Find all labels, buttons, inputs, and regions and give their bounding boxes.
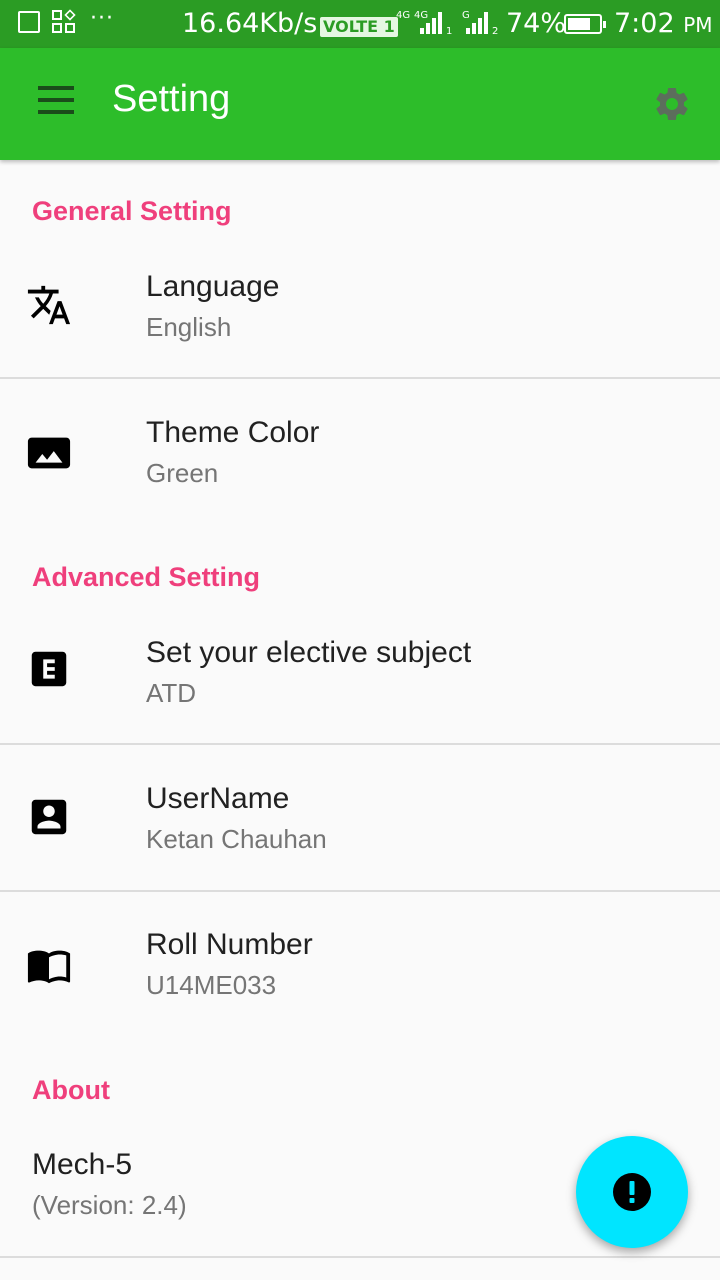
setting-value: U14ME033 (146, 970, 277, 1000)
apps-notification-icon (52, 9, 78, 34)
feedback-fab-button[interactable] (576, 1136, 688, 1248)
setting-title: Language (146, 270, 280, 303)
app-bar: Setting (0, 48, 720, 160)
status-bar: ··· 16.64Kb/s VOLTE 1 4G 4G 1 G 2 74% 7:… (0, 0, 720, 48)
more-notifications-icon: ··· (90, 5, 114, 31)
signal-sim1-icon (420, 10, 442, 34)
volte-badge: VOLTE 1 (320, 17, 398, 37)
setting-title: Set your elective subject (146, 636, 472, 669)
translate-icon (26, 282, 72, 328)
clock-time: 7:02 (614, 8, 675, 39)
setting-language[interactable]: Language English (0, 250, 720, 378)
divider (0, 890, 720, 892)
net-type-label: 4G (396, 10, 411, 21)
app-version: (Version: 2.4) (32, 1190, 187, 1220)
setting-username[interactable]: UserName Ketan Chauhan (0, 762, 720, 890)
battery-percent: 74% (506, 8, 567, 39)
letter-e-icon (26, 646, 72, 692)
page-title: Setting (112, 78, 231, 120)
setting-title: UserName (146, 782, 290, 815)
divider (0, 1256, 720, 1258)
signal-sim2-icon (466, 10, 488, 34)
battery-icon (564, 14, 606, 34)
setting-value: English (146, 312, 232, 342)
gear-icon[interactable] (652, 84, 692, 124)
contact-icon (26, 794, 72, 840)
app-name: Mech-5 (32, 1148, 133, 1181)
setting-roll-number[interactable]: Roll Number U14ME033 (0, 908, 720, 1036)
book-icon (26, 942, 72, 988)
sim-number: 2 (492, 26, 499, 37)
menu-icon[interactable] (36, 86, 76, 118)
divider (0, 743, 720, 745)
setting-value: Ketan Chauhan (146, 824, 327, 854)
notification-icons: ··· (18, 6, 114, 34)
clock: 7:02 PM (614, 8, 713, 39)
divider (0, 377, 720, 379)
setting-theme-color[interactable]: Theme Color Green (0, 396, 720, 524)
sim-number: 1 (446, 26, 453, 37)
net-speed: 16.64Kb/s (182, 8, 318, 39)
section-header-general: General Setting (32, 196, 232, 226)
setting-title: Theme Color (146, 416, 320, 449)
section-header-about: About (32, 1075, 110, 1105)
section-header-advanced: Advanced Setting (32, 562, 261, 592)
gallery-notification-icon (18, 11, 40, 33)
clock-ampm: PM (683, 13, 713, 37)
battery-level-fill (568, 18, 591, 30)
setting-value: Green (146, 458, 219, 488)
setting-value: ATD (146, 678, 197, 708)
exclamation-icon (612, 1172, 652, 1212)
image-icon (26, 430, 72, 476)
setting-title: Roll Number (146, 928, 313, 961)
setting-elective-subject[interactable]: Set your elective subject ATD (0, 616, 720, 744)
